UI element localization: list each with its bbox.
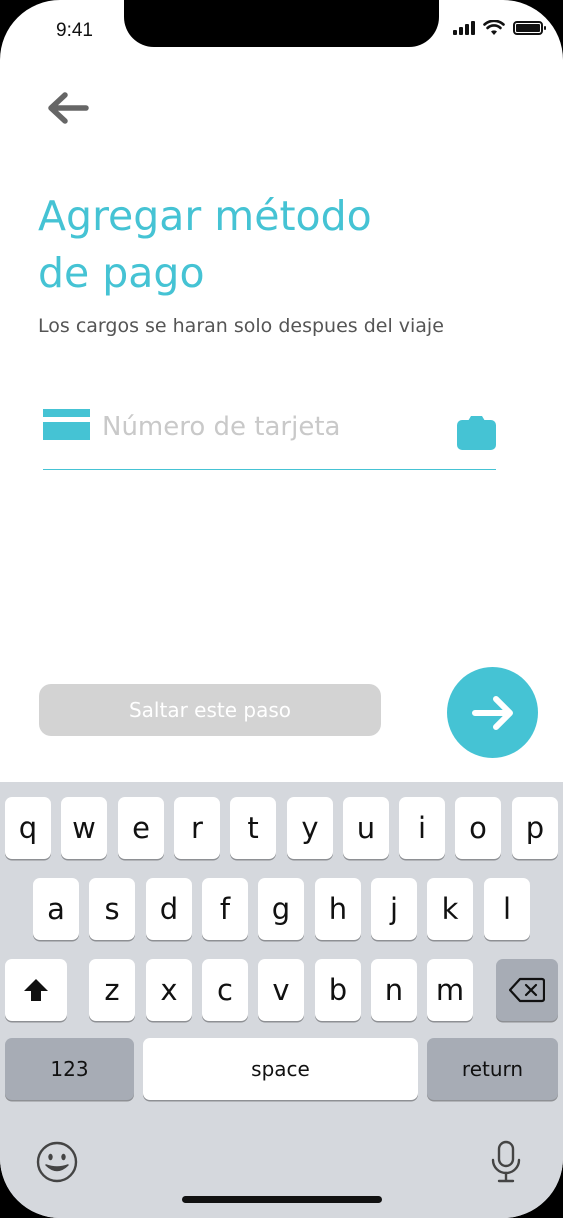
key-b[interactable]: b xyxy=(315,959,361,1021)
key-z[interactable]: z xyxy=(89,959,135,1021)
key-n[interactable]: n xyxy=(371,959,417,1021)
key-s[interactable]: s xyxy=(89,878,135,940)
key-x[interactable]: x xyxy=(146,959,192,1021)
battery-icon xyxy=(513,21,546,35)
status-time: 9:41 xyxy=(56,20,93,41)
arrow-right-icon xyxy=(472,696,513,730)
key-f[interactable]: f xyxy=(202,878,248,940)
key-k[interactable]: k xyxy=(427,878,473,940)
key-t[interactable]: t xyxy=(230,797,276,859)
cellular-signal-icon xyxy=(453,21,475,35)
key-c[interactable]: c xyxy=(202,959,248,1021)
card-number-input[interactable] xyxy=(102,407,442,447)
key-v[interactable]: v xyxy=(258,959,304,1021)
key-o[interactable]: o xyxy=(455,797,501,859)
key-y[interactable]: y xyxy=(287,797,333,859)
skip-step-button[interactable]: Saltar este paso xyxy=(39,684,381,736)
backspace-key[interactable] xyxy=(496,959,558,1021)
key-u[interactable]: u xyxy=(343,797,389,859)
device-notch xyxy=(124,0,439,47)
shift-icon xyxy=(24,979,48,1001)
page-title-line-2: de pago xyxy=(38,249,205,297)
next-button[interactable] xyxy=(447,667,538,758)
microphone-icon[interactable] xyxy=(490,1140,522,1184)
page-title-line-1: Agregar método xyxy=(38,192,372,240)
key-j[interactable]: j xyxy=(371,878,417,940)
key-w[interactable]: w xyxy=(61,797,107,859)
key-a[interactable]: a xyxy=(33,878,79,940)
phone-screen: 9:41 Agregar método de pago Los cargos s… xyxy=(0,0,563,1218)
card-icon xyxy=(43,409,90,440)
card-number-field xyxy=(43,405,496,470)
shift-key[interactable] xyxy=(5,959,67,1021)
key-h[interactable]: h xyxy=(315,878,361,940)
page-subtitle: Los cargos se haran solo despues del via… xyxy=(38,315,444,337)
key-g[interactable]: g xyxy=(258,878,304,940)
emoji-icon[interactable] xyxy=(35,1140,79,1184)
home-indicator xyxy=(182,1196,382,1203)
key-m[interactable]: m xyxy=(427,959,473,1021)
return-key[interactable]: return xyxy=(427,1038,558,1100)
key-p[interactable]: p xyxy=(512,797,558,859)
key-i[interactable]: i xyxy=(399,797,445,859)
camera-icon[interactable] xyxy=(457,415,496,450)
status-icons xyxy=(453,20,546,36)
key-r[interactable]: r xyxy=(174,797,220,859)
space-key[interactable]: space xyxy=(143,1038,418,1100)
numbers-key[interactable]: 123 xyxy=(5,1038,134,1100)
page-title: Agregar método de pago xyxy=(38,188,458,302)
key-e[interactable]: e xyxy=(118,797,164,859)
key-l[interactable]: l xyxy=(484,878,530,940)
key-q[interactable]: q xyxy=(5,797,51,859)
backspace-icon xyxy=(509,977,545,1003)
back-arrow-icon[interactable] xyxy=(45,88,91,128)
wifi-icon xyxy=(483,20,505,35)
key-d[interactable]: d xyxy=(146,878,192,940)
